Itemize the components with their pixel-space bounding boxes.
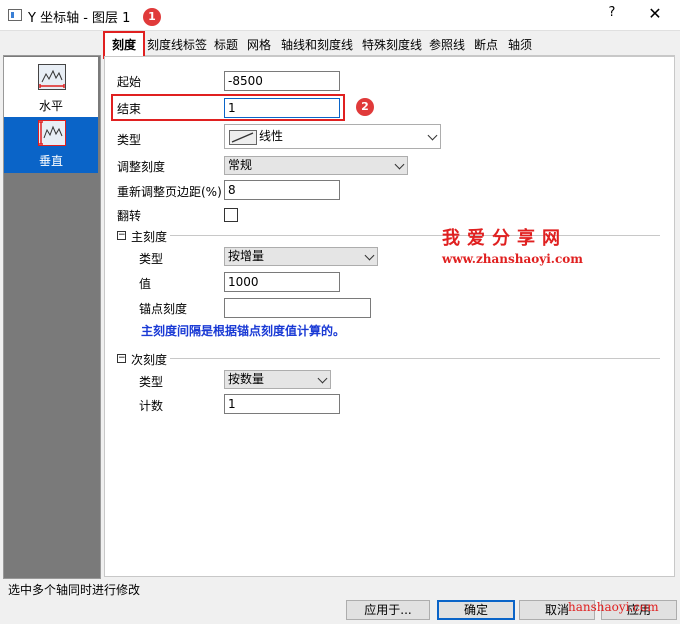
help-button[interactable]: ?: [604, 5, 620, 25]
tab-scale[interactable]: 刻度: [103, 31, 145, 59]
major-ticks-note: 主刻度间隔是根据锚点刻度值计算的。: [141, 324, 346, 338]
rescale-select[interactable]: 常规: [224, 156, 408, 175]
step-badge-1: 1: [143, 8, 161, 26]
collapse-icon[interactable]: −: [117, 231, 126, 240]
rescale-margin-label: 重新调整页边距(%): [117, 185, 222, 199]
watermark-url: www.zhanshaoyi.com: [442, 252, 583, 266]
rescale-label: 调整刻度: [117, 160, 166, 174]
vertical-axis-icon: [38, 120, 66, 146]
ok-button[interactable]: 确定: [437, 600, 515, 620]
tab-grid[interactable]: 网格: [246, 36, 272, 54]
horizontal-axis-icon: [38, 64, 66, 90]
app-icon: [8, 9, 22, 21]
axis-item-label: 垂直: [38, 154, 63, 168]
rescale-margin-input[interactable]: 8: [224, 180, 340, 200]
minor-count-label: 计数: [139, 399, 164, 413]
anchor-tick-input[interactable]: [224, 298, 371, 318]
tab-tick-labels[interactable]: 刻度线标签: [146, 36, 208, 54]
tab-special-ticks[interactable]: 特殊刻度线: [361, 36, 423, 54]
minor-type-value: 按数量: [228, 372, 265, 386]
start-label: 起始: [117, 75, 142, 89]
apply-to-button[interactable]: 应用于...: [346, 600, 430, 620]
end-input[interactable]: 1: [224, 98, 340, 118]
linear-scale-icon: [229, 130, 257, 145]
major-type-value: 按增量: [228, 249, 265, 263]
collapse-icon[interactable]: −: [117, 354, 126, 363]
major-type-label: 类型: [139, 252, 164, 266]
minor-ticks-header: 次刻度: [131, 353, 168, 367]
major-type-select[interactable]: 按增量: [224, 247, 378, 266]
step-badge-2: 2: [356, 98, 374, 116]
section-divider: [170, 358, 660, 359]
minor-count-input[interactable]: 1: [224, 394, 340, 414]
chevron-down-icon: [317, 373, 328, 384]
flip-label: 翻转: [117, 209, 142, 223]
type-label: 类型: [117, 133, 142, 147]
major-ticks-header: 主刻度: [131, 230, 168, 244]
chevron-down-icon: [427, 130, 438, 141]
status-text: 选中多个轴同时进行修改: [8, 583, 141, 597]
tab-breaks[interactable]: 断点: [473, 36, 499, 54]
watermark-url-overlay: hanshaoyi.com: [568, 600, 659, 614]
chevron-down-icon: [364, 250, 375, 261]
chevron-down-icon: [394, 159, 405, 170]
tab-reference-lines[interactable]: 参照线: [428, 36, 466, 54]
major-value-input[interactable]: 1000: [224, 272, 340, 292]
rescale-value: 常规: [228, 158, 253, 172]
minor-type-label: 类型: [139, 375, 164, 389]
anchor-tick-label: 锚点刻度: [139, 302, 188, 316]
tab-line-and-ticks[interactable]: 轴线和刻度线: [280, 36, 354, 54]
type-select[interactable]: 线性: [224, 124, 441, 149]
major-value-label: 值: [139, 277, 152, 291]
close-button[interactable]: ✕: [645, 4, 665, 24]
end-label: 结束: [117, 102, 142, 116]
axis-item-label: 水平: [38, 99, 63, 113]
watermark-title: 我爱分享网: [442, 228, 567, 249]
flip-checkbox[interactable]: [224, 208, 238, 222]
tab-rug[interactable]: 轴须: [507, 36, 533, 54]
section-divider: [170, 235, 660, 236]
start-input[interactable]: -8500: [224, 71, 340, 91]
window-title: Y 坐标轴 - 图层 1: [28, 11, 131, 26]
type-value: 线性: [259, 129, 284, 143]
minor-type-select[interactable]: 按数量: [224, 370, 331, 389]
tab-title[interactable]: 标题: [213, 36, 239, 54]
